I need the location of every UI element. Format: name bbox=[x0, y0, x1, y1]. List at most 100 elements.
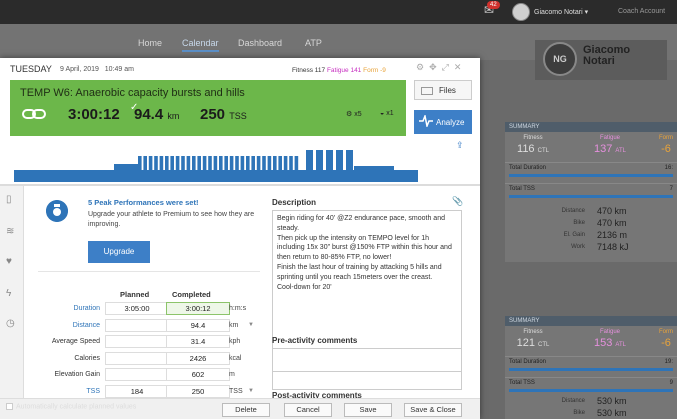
completed-input[interactable]: 2426 bbox=[166, 351, 230, 365]
nav-home[interactable]: Home bbox=[138, 38, 162, 48]
metric-row-average-speed: Average Speed 31.4 kph bbox=[30, 334, 260, 350]
save-button[interactable]: Save bbox=[344, 403, 392, 417]
summary-total-duration: Total Duration 19: bbox=[505, 356, 677, 368]
planned-input[interactable]: 184 bbox=[105, 384, 169, 398]
workout-title[interactable]: TEMP W6: Anaerobic capacity bursts and h… bbox=[20, 87, 245, 99]
user-menu[interactable]: Giacomo Notari ▾ bbox=[534, 8, 588, 16]
brand-name: Giacomo Notari bbox=[583, 44, 631, 67]
profile-interval bbox=[138, 156, 142, 182]
cancel-button[interactable]: Cancel bbox=[284, 403, 332, 417]
summary-fitness: Fitness 121 CTL bbox=[516, 329, 550, 349]
summary-title: SUMMARY bbox=[505, 316, 677, 326]
summary-fatigue: Fatigue 137 ATL bbox=[594, 135, 626, 155]
files-button[interactable]: Files bbox=[414, 80, 472, 100]
avatar[interactable] bbox=[512, 3, 530, 21]
workout-summary-banner: TEMP W6: Anaerobic capacity bursts and h… bbox=[10, 80, 406, 136]
divider bbox=[0, 184, 480, 186]
clock-icon[interactable]: ◷ bbox=[6, 318, 15, 329]
planned-header: Planned bbox=[120, 290, 150, 299]
workout-duration: 3:00:12 bbox=[68, 106, 120, 123]
paperclip-icon[interactable]: 📎 bbox=[452, 196, 463, 207]
summary-total-tss: Total TSS 7 bbox=[505, 183, 677, 195]
profile-interval bbox=[192, 156, 196, 182]
bike-icon: ⚙ bbox=[346, 111, 353, 118]
description-title: Description bbox=[272, 198, 317, 207]
form-stats: Fitness 117 Fatigue 141 Form -9 bbox=[292, 67, 386, 74]
summary-distance: Distance 470 km bbox=[561, 206, 627, 216]
planned-input[interactable] bbox=[105, 368, 169, 381]
profile-interval bbox=[278, 156, 282, 182]
file-icon[interactable]: ▯ bbox=[6, 194, 12, 205]
pulse-icon bbox=[419, 115, 433, 127]
summary-fitness: Fitness 116 CTL bbox=[517, 135, 549, 155]
nav-calendar[interactable]: Calendar bbox=[182, 38, 219, 52]
delete-button[interactable]: Delete bbox=[222, 403, 270, 417]
profile-interval bbox=[197, 156, 201, 182]
profile-interval bbox=[251, 156, 255, 182]
coach-account-link[interactable]: Coach Account bbox=[618, 8, 665, 15]
notifications-icon[interactable]: ✉ 42 bbox=[484, 1, 502, 19]
profile-hill bbox=[326, 150, 333, 182]
profile-interval bbox=[165, 156, 169, 182]
profile-interval bbox=[159, 156, 164, 182]
metric-unit: kcal bbox=[229, 354, 242, 362]
profile-interval bbox=[289, 156, 293, 182]
chevron-down-icon[interactable]: ▼ bbox=[248, 322, 254, 328]
planned-input[interactable] bbox=[105, 351, 169, 365]
planned-input[interactable]: 3:05:00 bbox=[105, 302, 169, 315]
planned-input[interactable] bbox=[105, 335, 169, 348]
summary-fatigue: Fatigue 153 ATL bbox=[594, 329, 626, 349]
profile-hill bbox=[306, 150, 313, 182]
expand-icon[interactable]: ⤢ bbox=[442, 62, 454, 72]
completed-input[interactable]: 250 bbox=[166, 384, 230, 398]
modal-header: TUESDAY 9 April, 2019 10:49 am Fitness 1… bbox=[0, 58, 480, 78]
pre-activity-title: Pre-activity comments bbox=[272, 336, 358, 345]
metric-label[interactable]: Distance bbox=[73, 322, 100, 329]
metric-unit: km bbox=[229, 321, 239, 329]
profile-interval bbox=[229, 156, 234, 182]
peak-title: 5 Peak Performances were set! bbox=[88, 198, 199, 207]
chevron-down-icon[interactable]: ▼ bbox=[248, 388, 254, 394]
summary-work: Work 7148 kJ bbox=[571, 242, 629, 252]
nav-dashboard[interactable]: Dashboard bbox=[238, 38, 282, 48]
summary-total-duration: Total Duration 16: bbox=[505, 162, 677, 174]
heart-icon[interactable]: ♥ bbox=[6, 256, 12, 267]
profile-interval bbox=[148, 156, 153, 182]
lightning-icon[interactable]: ϟ bbox=[6, 288, 11, 299]
profile-step bbox=[114, 164, 138, 182]
upgrade-button[interactable]: Upgrade bbox=[88, 241, 150, 263]
workout-distance: 94.4 km bbox=[134, 106, 180, 123]
window-controls: ⚙✥⤢✕ bbox=[416, 62, 466, 73]
profile-interval bbox=[181, 156, 185, 182]
completed-input[interactable]: 602 bbox=[166, 368, 230, 381]
planned-input[interactable] bbox=[105, 318, 169, 332]
weekly-summary-2: SUMMARY Fitness 121 CTL Fatigue 153 ATL Fo… bbox=[505, 316, 677, 419]
chart-icon[interactable]: ≋ bbox=[6, 226, 14, 237]
nav-atp[interactable]: ATP bbox=[305, 38, 322, 48]
pre-activity-comments-field[interactable] bbox=[272, 348, 462, 390]
completed-input[interactable]: 3:00:12 bbox=[166, 302, 230, 315]
move-icon[interactable]: ✥ bbox=[429, 62, 442, 72]
metric-unit: TSS bbox=[229, 387, 243, 395]
save-close-button[interactable]: Save & Close bbox=[404, 403, 462, 417]
notification-badge: 42 bbox=[487, 1, 500, 9]
metric-row-duration: Duration 3:05:00 3:00:12 h:m:s bbox=[30, 301, 260, 317]
brand-monogram: NG bbox=[543, 42, 577, 76]
upload-icon[interactable]: ⇪ bbox=[456, 140, 464, 151]
metric-label[interactable]: TSS bbox=[86, 388, 100, 395]
top-bar: ✉ 42 Giacomo Notari ▾ Coach Account bbox=[0, 0, 677, 24]
chain-link-icon bbox=[22, 109, 46, 119]
auto-calc-row: Automatically calculate planned values bbox=[6, 403, 136, 410]
auto-calc-checkbox[interactable] bbox=[6, 403, 13, 410]
profile-interval bbox=[219, 156, 223, 182]
analyze-button[interactable]: Analyze bbox=[414, 110, 472, 134]
profile-interval bbox=[262, 156, 266, 182]
metric-label[interactable]: Duration bbox=[74, 305, 100, 312]
close-icon[interactable]: ✕ bbox=[454, 62, 467, 72]
summary-form: Form -6 bbox=[659, 329, 673, 349]
metric-unit: m bbox=[229, 371, 235, 378]
completed-input[interactable]: 94.4 bbox=[166, 318, 230, 332]
gear-icon[interactable]: ⚙ bbox=[416, 62, 429, 72]
completed-input[interactable]: 31.4 bbox=[166, 335, 230, 348]
summary-distance: Distance 530 km bbox=[561, 396, 627, 406]
